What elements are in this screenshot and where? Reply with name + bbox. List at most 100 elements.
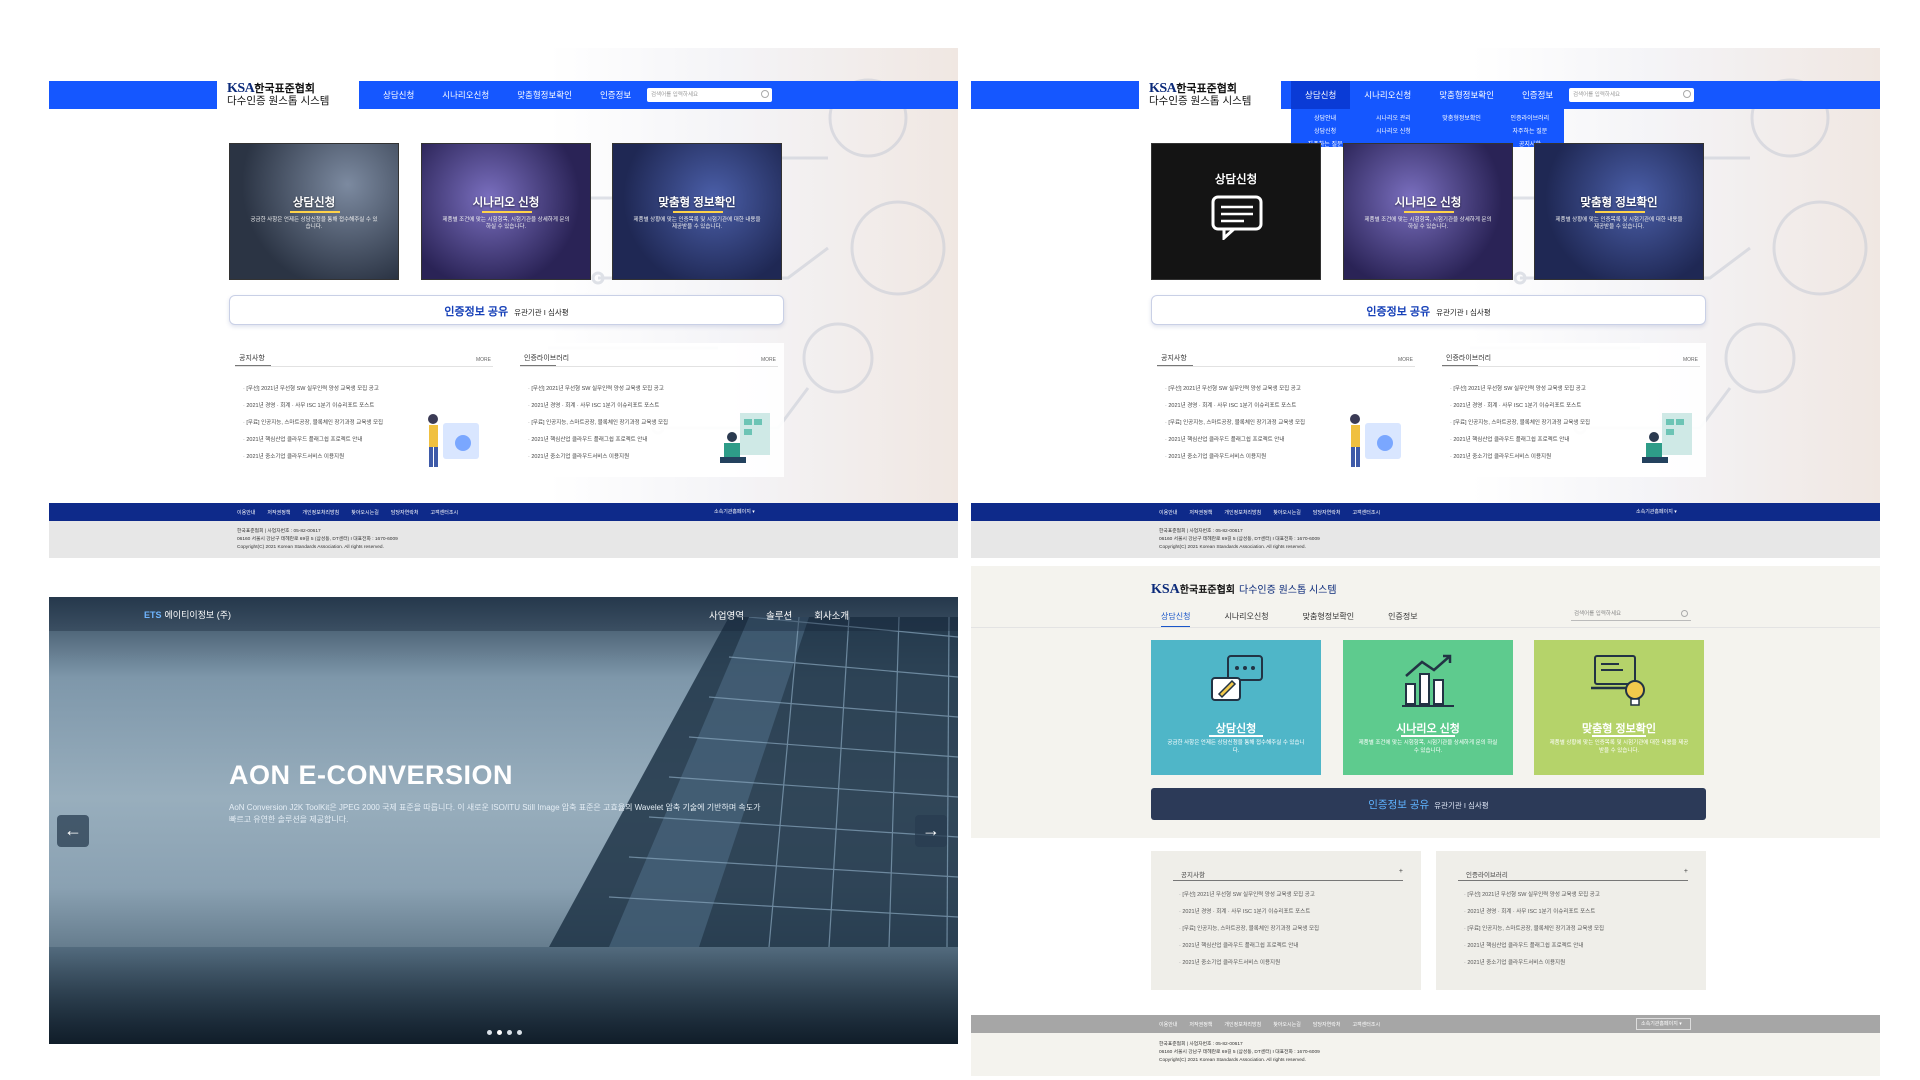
footer-link[interactable]: 저작권정책 (267, 509, 290, 516)
list-item[interactable]: [무료] 인공지능, 스마트공장, 블록체인 장기과정 교육생 모집 (1179, 921, 1319, 938)
cert-share-banner[interactable]: 인증정보 공유 유관기관 I 심사평 (1151, 295, 1706, 325)
footer-link[interactable]: 고객센터조시 (1352, 1021, 1380, 1028)
footer-link[interactable]: 고객센터조시 (1352, 509, 1380, 516)
footer-link[interactable]: 이용안내 (237, 509, 255, 516)
list-item[interactable]: 2021년 핵심산업 클라우드 플래그쉽 프로젝트 안내 (1165, 432, 1305, 449)
company-logo[interactable]: ETS 에이티이정보 (주) (144, 608, 231, 621)
list-item[interactable]: [무선] 2021년 무선형 SW 실무인력 양성 교육생 모집 공고 (528, 381, 668, 398)
nav-consult[interactable]: 상담신청 (1161, 611, 1191, 627)
dropdown-item[interactable]: 인증라이브러리 (1511, 113, 1550, 126)
nav-consult[interactable]: 상담신청 (369, 81, 428, 109)
footer-link[interactable]: 개인정보처리방침 (1224, 509, 1261, 516)
footer-link[interactable]: 찾아오시는길 (351, 509, 379, 516)
list-item[interactable]: [무선] 2021년 무선형 SW 실무인력 양성 교육생 모집 공고 (1450, 381, 1590, 398)
search-icon[interactable] (761, 90, 769, 98)
list-item[interactable]: [무료] 인공지능, 스마트공장, 블록체인 장기과정 교육생 모집 (1165, 415, 1305, 432)
list-item[interactable]: 2021년 중소기업 클라우드서비스 이용지원 (1464, 955, 1604, 972)
prev-slide-button[interactable]: ← (57, 815, 89, 847)
dropdown-item[interactable]: 자주하는 질문 (1512, 126, 1547, 139)
card-consult[interactable]: 상담신청 궁금한 사항은 언제든 상담신청을 통해 접수해주실 수 있습니다. (229, 143, 399, 280)
nav-custom-info[interactable]: 맞춤형정보확인 (503, 81, 586, 109)
list-item[interactable]: 2021년 핵심산업 클라우드 플래그쉽 프로젝트 안내 (1450, 432, 1590, 449)
list-item[interactable]: [무료] 인공지능, 스마트공장, 블록체인 장기과정 교육생 모집 (528, 415, 668, 432)
nav-custom-info[interactable]: 맞춤형정보확인 (1303, 611, 1355, 627)
footer-link[interactable]: 개인정보처리방침 (302, 509, 339, 516)
list-item[interactable]: [무선] 2021년 무선형 SW 실무인력 양성 교육생 모집 공고 (1464, 887, 1604, 904)
nav-custom-info[interactable]: 맞춤형정보확인 (1425, 81, 1508, 109)
card-scenario[interactable]: 시나리오 신청 제품별 조건에 맞는 시험항목, 시험기관을 상세하게 문의 하… (1343, 143, 1513, 280)
dropdown-item[interactable]: 맞춤형정보확인 (1442, 113, 1481, 126)
search-input[interactable]: 검색어를 입력하세요 (647, 88, 772, 102)
footer-link[interactable]: 담당자연락처 (1313, 1021, 1341, 1028)
dropdown-item[interactable]: 시나리오 신청 (1376, 126, 1411, 139)
footer-link[interactable]: 저작권정책 (1189, 1021, 1212, 1028)
nav-solution[interactable]: 솔루션 (766, 608, 792, 622)
list-item[interactable]: 2021년 중소기업 클라우드서비스 이용지원 (1165, 449, 1305, 466)
more-plus-button[interactable]: + (1684, 868, 1688, 875)
card-scenario[interactable]: 시나리오 신청 제품별 조건에 맞는 시험항목, 시험기관을 상세하게 문의 하… (421, 143, 591, 280)
ksa-logo[interactable]: KSA한국표준협회 다수인증 원스톱 시스템 (1151, 580, 1337, 598)
list-item[interactable]: 2021년 경영 · 회계 · 사무 ISC 1분기 이슈리포트 포스트 (1179, 904, 1319, 921)
nav-scenario[interactable]: 시나리오신청 (428, 81, 503, 109)
dropdown-item[interactable]: 상담신청 (1314, 126, 1336, 139)
more-plus-button[interactable]: + (1399, 868, 1403, 875)
nav-cert-info[interactable]: 인증정보 (1388, 611, 1417, 627)
nav-consult[interactable]: 상담신청 (1291, 81, 1351, 109)
list-item[interactable]: 2021년 중소기업 클라우드서비스 이용지원 (528, 449, 668, 466)
search-input[interactable]: 검색어를 입력하세요 (1569, 88, 1694, 102)
ksa-logo[interactable]: KSA한국표준협회 다수인증 원스톱 시스템 (217, 79, 359, 113)
nav-about[interactable]: 회사소개 (814, 608, 849, 622)
footer-link[interactable]: 담당자연락처 (391, 509, 419, 516)
list-item[interactable]: 2021년 중소기업 클라우드서비스 이용지원 (1179, 955, 1319, 972)
nav-business[interactable]: 사업영역 (709, 608, 744, 622)
cert-share-banner[interactable]: 인증정보 공유 유관기관 I 심사평 (1151, 788, 1706, 820)
list-item[interactable]: 2021년 경영 · 회계 · 사무 ISC 1분기 이슈리포트 포스트 (1165, 398, 1305, 415)
cert-share-banner[interactable]: 인증정보 공유 유관기관 I 심사평 (229, 295, 784, 325)
list-item[interactable]: [무선] 2021년 무선형 SW 실무인력 양성 교육생 모집 공고 (1179, 887, 1319, 904)
list-item[interactable]: 2021년 핵심산업 클라우드 플래그쉽 프로젝트 안내 (528, 432, 668, 449)
list-item[interactable]: [무선] 2021년 무선형 SW 실무인력 양성 교육생 모집 공고 (1165, 381, 1305, 398)
footer-link[interactable]: 고객센터조시 (430, 509, 458, 516)
footer-link[interactable]: 찾아오시는길 (1273, 509, 1301, 516)
card-consult-hover[interactable]: 상담신청 (1151, 143, 1321, 280)
search-icon[interactable] (1681, 610, 1688, 617)
footer-link[interactable]: 이용안내 (1159, 509, 1177, 516)
nav-scenario[interactable]: 시나리오신청 (1224, 611, 1268, 627)
nav-cert-info[interactable]: 인증정보 (586, 81, 645, 109)
card-custom-info[interactable]: 맞춤형 정보확인 제품별 상황에 맞는 인증목록 및 시험기관에 대한 내용을 … (1534, 143, 1704, 280)
slide-dot[interactable] (517, 1030, 522, 1035)
slide-dot[interactable] (487, 1030, 492, 1035)
list-item[interactable]: 2021년 경영 · 회계 · 사무 ISC 1분기 이슈리포트 포스트 (1450, 398, 1590, 415)
search-icon[interactable] (1683, 90, 1691, 98)
nav-cert-info[interactable]: 인증정보 (1508, 81, 1567, 109)
list-item[interactable]: 2021년 중소기업 클라우드서비스 이용지원 (243, 449, 383, 466)
more-link[interactable]: MORE (761, 357, 776, 363)
list-item[interactable]: 2021년 핵심산업 클라우드 플래그쉽 프로젝트 안내 (243, 432, 383, 449)
footer-link[interactable]: 담당자연락처 (1313, 509, 1341, 516)
affiliate-select[interactable]: 소속기관홈페이지 ▾ (714, 506, 769, 518)
footer-link[interactable]: 개인정보처리방침 (1224, 1021, 1261, 1028)
list-item[interactable]: 2021년 핵심산업 클라우드 플래그쉽 프로젝트 안내 (1464, 938, 1604, 955)
search-input[interactable]: 검색어를 입력하세요 (1571, 607, 1691, 621)
slide-dot[interactable] (507, 1030, 512, 1035)
footer-link[interactable]: 찾아오시는길 (1273, 1021, 1301, 1028)
affiliate-select[interactable]: 소속기관홈페이지 ▾ (1636, 1018, 1691, 1030)
dropdown-item[interactable]: 상담안내 (1314, 113, 1336, 126)
footer-link[interactable]: 저작권정책 (1189, 509, 1212, 516)
list-item[interactable]: [무료] 인공지능, 스마트공장, 블록체인 장기과정 교육생 모집 (243, 415, 383, 432)
nav-scenario[interactable]: 시나리오신청 (1350, 81, 1425, 109)
list-item[interactable]: 2021년 경영 · 회계 · 사무 ISC 1분기 이슈리포트 포스트 (528, 398, 668, 415)
list-item[interactable]: 2021년 핵심산업 클라우드 플래그쉽 프로젝트 안내 (1179, 938, 1319, 955)
card-custom-info[interactable]: 맞춤형 정보확인 제품별 상황에 맞는 인증목록 및 시험기관에 대한 내용을 … (612, 143, 782, 280)
dropdown-item[interactable]: 시나리오 관리 (1376, 113, 1411, 126)
list-item[interactable]: [무료] 인공지능, 스마트공장, 블록체인 장기과정 교육생 모집 (1464, 921, 1604, 938)
list-item[interactable]: 2021년 경영 · 회계 · 사무 ISC 1분기 이슈리포트 포스트 (1464, 904, 1604, 921)
tile-scenario[interactable]: 시나리오 신청 제품별 조건에 맞는 시험항목, 시험기관을 상세하게 문의 하… (1343, 640, 1513, 775)
list-item[interactable]: 2021년 중소기업 클라우드서비스 이용지원 (1450, 449, 1590, 466)
affiliate-select[interactable]: 소속기관홈페이지 ▾ (1636, 506, 1691, 518)
tile-consult[interactable]: 상담신청 궁금한 사항은 언제든 상담신청을 통해 접수해주실 수 있습니다. (1151, 640, 1321, 775)
more-link[interactable]: MORE (1398, 357, 1413, 363)
list-item[interactable]: 2021년 경영 · 회계 · 사무 ISC 1분기 이슈리포트 포스트 (243, 398, 383, 415)
ksa-logo[interactable]: KSA한국표준협회 다수인증 원스톱 시스템 (1139, 79, 1281, 113)
more-link[interactable]: MORE (476, 357, 491, 363)
